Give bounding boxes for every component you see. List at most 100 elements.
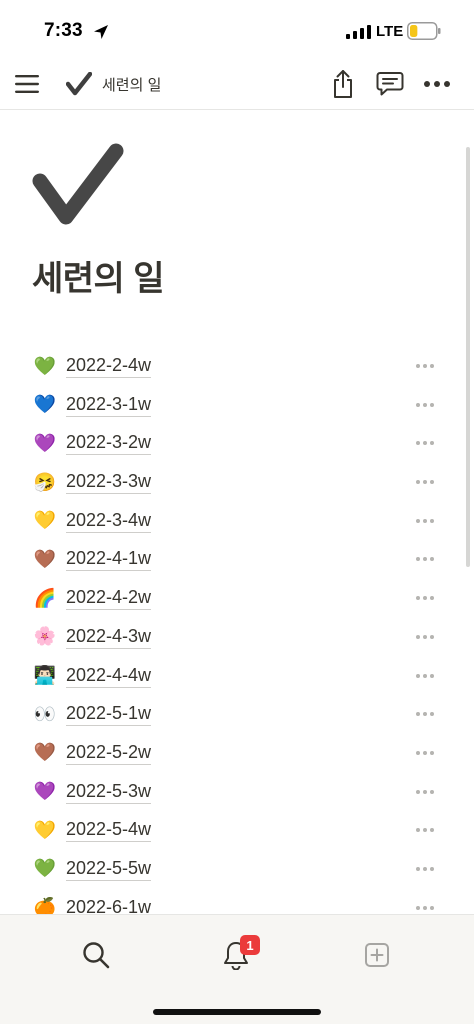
more-options-button[interactable] bbox=[419, 66, 455, 102]
page-link[interactable]: 2022-3-1w bbox=[66, 393, 152, 417]
page-emoji-icon: 💜 bbox=[33, 781, 57, 802]
ellipsis-icon bbox=[416, 789, 434, 794]
page-checkmark-icon[interactable] bbox=[32, 143, 124, 229]
page-emoji-icon: 🤎 bbox=[33, 742, 57, 763]
page-link[interactable]: 2022-4-4w bbox=[66, 664, 152, 688]
page-emoji-icon: 🌸 bbox=[33, 626, 57, 647]
page-emoji-icon: 🤧 bbox=[33, 471, 57, 492]
page-link[interactable]: 2022-5-1w bbox=[66, 702, 152, 727]
page-link[interactable]: 2022-5-5w bbox=[66, 857, 152, 881]
page-link[interactable]: 2022-4-1w bbox=[66, 547, 152, 572]
row-more-button[interactable] bbox=[410, 627, 440, 647]
ellipsis-icon bbox=[416, 634, 434, 639]
page-link[interactable]: 2022-3-3w bbox=[66, 470, 152, 495]
page-title[interactable]: 세련의 일 bbox=[32, 251, 165, 300]
search-tab[interactable] bbox=[76, 935, 116, 975]
ellipsis-icon bbox=[416, 673, 434, 678]
list-item[interactable]: 🌈 2022-4-2w bbox=[0, 580, 474, 619]
list-item[interactable]: 🤧 2022-3-3w bbox=[0, 464, 474, 503]
breadcrumb-title: 세련의 일 bbox=[102, 76, 162, 94]
ellipsis-icon bbox=[416, 712, 434, 717]
page-link[interactable]: 2022-6-1w bbox=[66, 896, 151, 914]
page-link[interactable]: 2022-4-3w bbox=[66, 625, 152, 649]
comment-icon bbox=[376, 72, 404, 96]
page-link[interactable]: 2022-5-2w bbox=[66, 741, 152, 765]
list-item[interactable]: 💛 2022-3-4w bbox=[0, 503, 474, 542]
ellipsis-icon bbox=[416, 364, 434, 368]
page-link[interactable]: 2022-3-2w bbox=[66, 431, 152, 456]
page-link[interactable]: 2022-4-2w bbox=[66, 586, 152, 611]
row-more-button[interactable] bbox=[410, 472, 440, 492]
page-emoji-icon: 👀 bbox=[33, 703, 57, 724]
ellipsis-icon bbox=[416, 750, 434, 755]
ellipsis-icon bbox=[416, 866, 434, 871]
page-content[interactable]: 세련의 일 💚 2022-2-4w 💙 2022-3-1w 💜 2022-3-2w 🤧 202… bbox=[0, 111, 474, 914]
row-more-button[interactable] bbox=[410, 395, 440, 415]
page-emoji-icon: 💜 bbox=[33, 432, 57, 453]
status-time: 7:33 bbox=[44, 20, 83, 41]
scrollbar[interactable] bbox=[466, 147, 470, 567]
new-page-tab[interactable] bbox=[357, 935, 397, 975]
list-item[interactable]: 👨🏻‍💻 2022-4-4w bbox=[0, 658, 474, 697]
row-more-button[interactable] bbox=[410, 666, 440, 686]
row-more-button[interactable] bbox=[410, 704, 440, 724]
menu-button[interactable] bbox=[9, 66, 45, 102]
page-emoji-icon: 💛 bbox=[33, 819, 57, 840]
ellipsis-icon bbox=[416, 828, 434, 833]
list-item[interactable]: 🤎 2022-4-1w bbox=[0, 541, 474, 580]
row-more-button[interactable] bbox=[410, 782, 440, 802]
row-more-button[interactable] bbox=[410, 356, 440, 376]
row-more-button[interactable] bbox=[410, 743, 440, 763]
bottom-tab-bar: 1 bbox=[0, 914, 474, 1024]
ellipsis-icon bbox=[416, 557, 434, 562]
row-more-button[interactable] bbox=[410, 859, 440, 879]
ellipsis-icon bbox=[424, 81, 450, 87]
list-item[interactable]: 💚 2022-5-5w bbox=[0, 851, 474, 890]
updates-tab[interactable]: 1 bbox=[216, 935, 260, 975]
list-item[interactable]: 💜 2022-3-2w bbox=[0, 425, 474, 464]
plus-square-icon bbox=[365, 943, 389, 967]
list-item[interactable]: 👀 2022-5-1w bbox=[0, 696, 474, 735]
subpage-list: 💚 2022-2-4w 💙 2022-3-1w 💜 2022-3-2w 🤧 2022-3-3w… bbox=[0, 348, 474, 914]
ellipsis-icon bbox=[416, 518, 434, 523]
page-emoji-icon: 💚 bbox=[33, 355, 57, 376]
signal-bars-icon bbox=[346, 25, 371, 39]
breadcrumb[interactable]: 세련의 일 bbox=[66, 68, 161, 100]
page-link[interactable]: 2022-5-3w bbox=[66, 780, 152, 804]
comments-button[interactable] bbox=[372, 66, 408, 102]
top-bar: 세련의 일 bbox=[0, 58, 474, 110]
row-more-button[interactable] bbox=[410, 549, 440, 569]
row-more-button[interactable] bbox=[410, 588, 440, 608]
list-item[interactable]: 🌸 2022-4-3w bbox=[0, 619, 474, 658]
page-link[interactable]: 2022-3-4w bbox=[66, 509, 152, 533]
page-emoji-icon: 🍊 bbox=[33, 897, 57, 914]
battery-icon bbox=[407, 22, 441, 40]
list-item[interactable]: 🍊 2022-6-1w bbox=[0, 890, 474, 914]
page-link[interactable]: 2022-2-4w bbox=[66, 354, 152, 378]
row-more-button[interactable] bbox=[410, 898, 440, 914]
row-more-button[interactable] bbox=[410, 433, 440, 453]
page-emoji-icon: 💙 bbox=[33, 394, 57, 415]
list-item[interactable]: 💚 2022-2-4w bbox=[0, 348, 474, 387]
ellipsis-icon bbox=[416, 441, 434, 446]
share-icon bbox=[334, 70, 352, 98]
ellipsis-icon bbox=[416, 905, 434, 910]
page-link[interactable]: 2022-5-4w bbox=[66, 818, 152, 843]
share-button[interactable] bbox=[325, 66, 361, 102]
row-more-button[interactable] bbox=[410, 511, 440, 531]
row-more-button[interactable] bbox=[410, 820, 440, 840]
checkmark-icon bbox=[66, 72, 92, 96]
status-bar: 7:33 LTE bbox=[0, 0, 474, 58]
ellipsis-icon bbox=[416, 402, 434, 407]
page-emoji-icon: 💚 bbox=[33, 858, 57, 879]
notification-badge: 1 bbox=[240, 935, 260, 955]
list-item[interactable]: 💙 2022-3-1w bbox=[0, 387, 474, 426]
location-arrow-icon bbox=[94, 25, 108, 39]
list-item[interactable]: 🤎 2022-5-2w bbox=[0, 735, 474, 774]
list-item[interactable]: 💛 2022-5-4w bbox=[0, 812, 474, 851]
list-item[interactable]: 💜 2022-5-3w bbox=[0, 774, 474, 813]
network-type: LTE bbox=[376, 23, 404, 40]
home-indicator bbox=[153, 1009, 321, 1015]
page-emoji-icon: 🤎 bbox=[33, 548, 57, 569]
ellipsis-icon bbox=[416, 596, 434, 601]
